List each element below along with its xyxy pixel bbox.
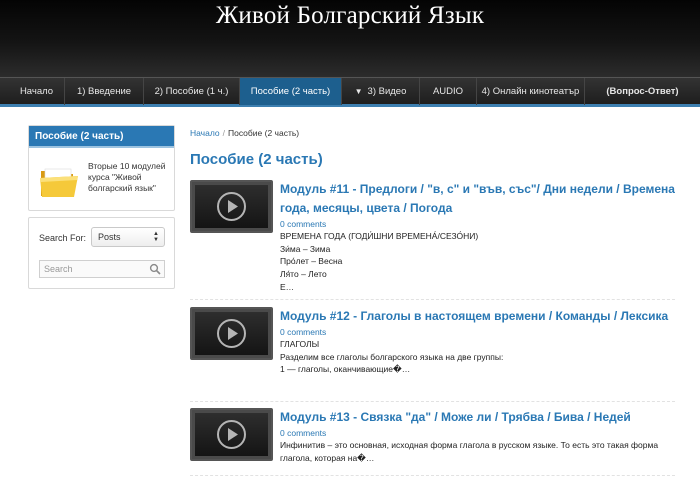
video-thumbnail[interactable] [190,180,273,233]
post-body: Модуль #12 - Глаголы в настоящем времени… [280,307,675,376]
post-excerpt-line: ГЛАГОЛЫ [280,339,320,349]
post-excerpt-line: Ля́то – Лето [280,269,327,280]
breadcrumb-current: Пособие (2 часть) [228,128,300,138]
post-body: Модуль #13 - Связка "да" / Може ли / Тря… [280,408,675,464]
post-divider [190,401,675,402]
post-excerpt-line: 1 — глаголы, оканчивающие�… [280,364,411,375]
nav-item-qa[interactable]: (Вопрос-Ответ) [585,78,700,105]
sidebar-promo-heading[interactable]: Пособие (2 часть) [29,126,174,148]
post-title-link[interactable]: Модуль #11 - Предлоги / "в, с" и "във, с… [280,180,675,218]
breadcrumb-home-link[interactable]: Начало [190,128,220,138]
folder-icon[interactable] [39,163,79,199]
play-icon[interactable] [216,419,247,450]
post-comments-link[interactable]: 0 comments [280,218,675,230]
search-type-select[interactable]: Posts ▲ ▼ [91,227,165,247]
nav-item-home[interactable]: Начало [9,78,65,105]
post-title-link[interactable]: Модуль #13 - Связка "да" / Може ли / Тря… [280,408,675,427]
nav-item-audio[interactable]: AUDIO [420,78,477,105]
post-divider [190,475,675,476]
nav-item-manual-part1[interactable]: 2) Пособие (1 ч.) [144,78,240,105]
page-title: Пособие (2 часть) [190,151,323,168]
post-excerpt-line: Зи́ма – Зима [280,243,331,254]
post-divider [190,299,675,300]
search-input[interactable]: Search [39,260,165,278]
sidebar-promo-text[interactable]: Вторые 10 модулей курса "Живой болгарски… [88,161,174,194]
search-type-value: Posts [98,232,121,242]
post-item: Модуль #12 - Глаголы в настоящем времени… [190,307,675,397]
search-for-label: Search For: [39,233,87,243]
post-excerpt-line: Разделим все глаголы болгарского языка н… [280,351,504,362]
post-excerpt-line: Инфинитив – это основная, исходная форма… [280,440,659,463]
post-item: Модуль #13 - Связка "да" / Може ли / Тря… [190,408,675,478]
post-item: Модуль #11 - Предлоги / "в, с" и "във, с… [190,180,675,292]
post-excerpt-line: Про́лет – Весна [280,256,343,267]
post-comments-link[interactable]: 0 comments [280,326,675,338]
main-nav: Начало 1) Введение 2) Пособие (1 ч.) Пос… [0,77,700,107]
search-placeholder: Search [44,264,73,274]
video-thumbnail[interactable] [190,408,273,461]
dropdown-triangle-icon: ▼ [354,87,363,96]
post-title-link[interactable]: Модуль #12 - Глаголы в настоящем времени… [280,307,675,326]
video-thumbnail[interactable] [190,307,273,360]
nav-item-video[interactable]: ▼ 3) Видео [342,78,420,105]
post-body: Модуль #11 - Предлоги / "в, с" и "във, с… [280,180,675,294]
play-icon[interactable] [216,191,247,222]
search-icon[interactable] [149,263,161,275]
post-excerpt-line: ВРЕМЕНА ГОДА (ГОДИ́ШНИ ВРЕМЕНА́/СЕЗО́НИ) [280,231,479,241]
post-comments-link[interactable]: 0 comments [280,427,675,439]
select-arrows-icon: ▲ ▼ [153,231,159,243]
post-excerpt-line: Е… [280,281,295,292]
nav-item-online-cinema[interactable]: 4) Онлайн кинотеатър [477,78,585,105]
breadcrumb-separator: / [222,128,225,138]
breadcrumb: Начало / Пособие (2 часть) [190,128,299,138]
sidebar-promo-widget: Пособие (2 часть) Вторые 10 модулей курс… [28,125,175,211]
site-title[interactable]: Живой Болгарский Язык [0,2,700,30]
nav-item-manual-part2[interactable]: Пособие (2 часть) [240,78,342,105]
play-icon[interactable] [216,318,247,349]
nav-item-intro[interactable]: 1) Введение [65,78,144,105]
site-header: Живой Болгарский Язык [0,0,700,77]
sidebar-search-widget: Search For: Posts ▲ ▼ Search [28,217,175,289]
